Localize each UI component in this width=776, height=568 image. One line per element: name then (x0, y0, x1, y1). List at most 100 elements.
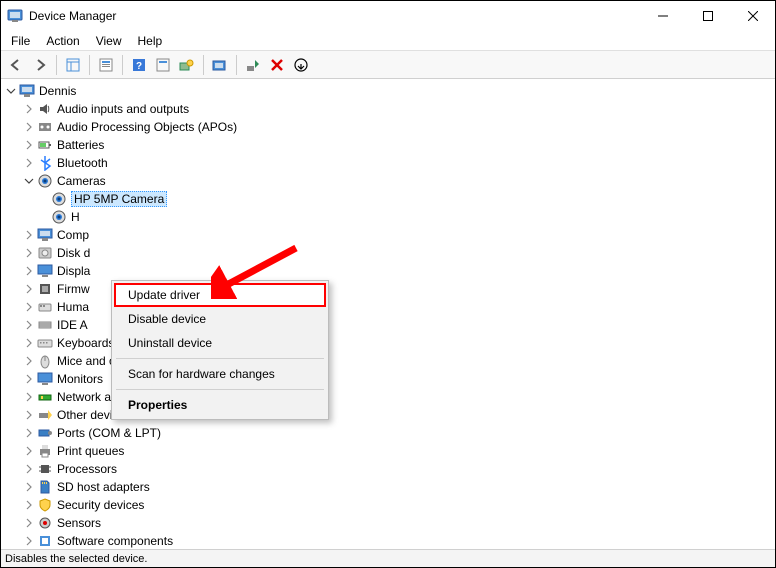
device-icon (37, 299, 53, 315)
update-driver-button[interactable] (176, 54, 198, 76)
tree-item-label: H (71, 210, 80, 224)
context-menu: Update driver Disable device Uninstall d… (111, 280, 329, 420)
collapse-icon[interactable] (5, 85, 17, 97)
ctx-scan-hardware[interactable]: Scan for hardware changes (114, 362, 326, 386)
tree-item-label: Disk d (57, 246, 90, 260)
expand-icon[interactable] (23, 355, 35, 367)
properties-button[interactable] (95, 54, 117, 76)
expand-icon[interactable] (23, 121, 35, 133)
window-title: Device Manager (29, 9, 640, 23)
device-icon (37, 317, 53, 333)
device-icon (37, 479, 53, 495)
window-controls (640, 1, 775, 31)
enable-device-button[interactable] (242, 54, 264, 76)
expand-icon[interactable] (23, 301, 35, 313)
computer-icon (19, 83, 35, 99)
menu-file[interactable]: File (3, 32, 38, 50)
device-icon (37, 227, 53, 243)
tree-item[interactable]: HP 5MP Camera (5, 190, 775, 208)
ctx-separator (116, 389, 324, 390)
maximize-button[interactable] (685, 1, 730, 31)
expand-icon[interactable] (23, 157, 35, 169)
svg-text:?: ? (136, 61, 142, 72)
tree-item[interactable]: Audio inputs and outputs (5, 100, 775, 118)
tree-item[interactable]: Sensors (5, 514, 775, 532)
tree-item[interactable]: Cameras (5, 172, 775, 190)
tree-item[interactable]: Security devices (5, 496, 775, 514)
tree-root[interactable]: Dennis (5, 82, 775, 100)
tree-item[interactable]: Software components (5, 532, 775, 549)
tree-item[interactable]: Ports (COM & LPT) (5, 424, 775, 442)
expand-icon[interactable] (23, 265, 35, 277)
action-filter-button[interactable] (152, 54, 174, 76)
device-tree[interactable]: Dennis Audio inputs and outputsAudio Pro… (1, 80, 775, 549)
tree-item-label: Monitors (57, 372, 103, 386)
disable-device-button[interactable] (266, 54, 288, 76)
expand-icon[interactable] (23, 463, 35, 475)
tree-item[interactable]: H (5, 208, 775, 226)
menu-view[interactable]: View (88, 32, 130, 50)
expand-icon[interactable] (23, 499, 35, 511)
show-hide-tree-button[interactable] (62, 54, 84, 76)
expand-icon[interactable] (23, 445, 35, 457)
device-icon (37, 443, 53, 459)
expand-icon[interactable] (23, 283, 35, 295)
expand-icon[interactable] (23, 535, 35, 547)
device-icon (37, 245, 53, 261)
collapse-icon[interactable] (23, 175, 35, 187)
expand-icon[interactable] (23, 409, 35, 421)
tree-item-label: IDE A (57, 318, 88, 332)
tree-item[interactable]: Batteries (5, 136, 775, 154)
menu-action[interactable]: Action (38, 32, 87, 50)
device-icon (37, 533, 53, 549)
menu-help[interactable]: Help (130, 32, 171, 50)
tree-item-label: Processors (57, 462, 117, 476)
expand-icon[interactable] (23, 337, 35, 349)
device-icon (37, 353, 53, 369)
expand-icon[interactable] (23, 391, 35, 403)
device-icon (37, 335, 53, 351)
close-button[interactable] (730, 1, 775, 31)
expand-icon[interactable] (23, 247, 35, 259)
help-button[interactable]: ? (128, 54, 150, 76)
tree-item[interactable]: Print queues (5, 442, 775, 460)
tree-item-label: Print queues (57, 444, 124, 458)
forward-button[interactable] (29, 54, 51, 76)
device-icon (37, 263, 53, 279)
tree-item[interactable]: Disk d (5, 244, 775, 262)
device-icon (37, 173, 53, 189)
device-icon (37, 155, 53, 171)
tree-item[interactable]: Displa (5, 262, 775, 280)
minimize-button[interactable] (640, 1, 685, 31)
tree-item-label: Security devices (57, 498, 144, 512)
expand-icon[interactable] (23, 139, 35, 151)
tree-item[interactable]: Bluetooth (5, 154, 775, 172)
title-bar: Device Manager (1, 1, 775, 31)
tree-item[interactable]: Comp (5, 226, 775, 244)
device-manager-icon (7, 8, 23, 24)
uninstall-device-button[interactable] (290, 54, 312, 76)
ctx-disable-device[interactable]: Disable device (114, 307, 326, 331)
ctx-separator (116, 358, 324, 359)
tree-item-label: Cameras (57, 174, 106, 188)
tree-item[interactable]: Audio Processing Objects (APOs) (5, 118, 775, 136)
tree-item[interactable]: SD host adapters (5, 478, 775, 496)
status-text: Disables the selected device. (5, 553, 147, 565)
tree-item-label: Displa (57, 264, 90, 278)
device-icon (37, 281, 53, 297)
expand-icon[interactable] (23, 229, 35, 241)
ctx-uninstall-device[interactable]: Uninstall device (114, 331, 326, 355)
expand-icon[interactable] (23, 103, 35, 115)
ctx-properties[interactable]: Properties (114, 393, 326, 417)
expand-icon[interactable] (23, 373, 35, 385)
ctx-update-driver[interactable]: Update driver (114, 283, 326, 307)
expand-icon[interactable] (23, 481, 35, 493)
camera-icon (51, 209, 67, 225)
back-button[interactable] (5, 54, 27, 76)
tree-item-label: SD host adapters (57, 480, 150, 494)
scan-hardware-button[interactable] (209, 54, 231, 76)
tree-item[interactable]: Processors (5, 460, 775, 478)
expand-icon[interactable] (23, 517, 35, 529)
expand-icon[interactable] (23, 319, 35, 331)
expand-icon[interactable] (23, 427, 35, 439)
